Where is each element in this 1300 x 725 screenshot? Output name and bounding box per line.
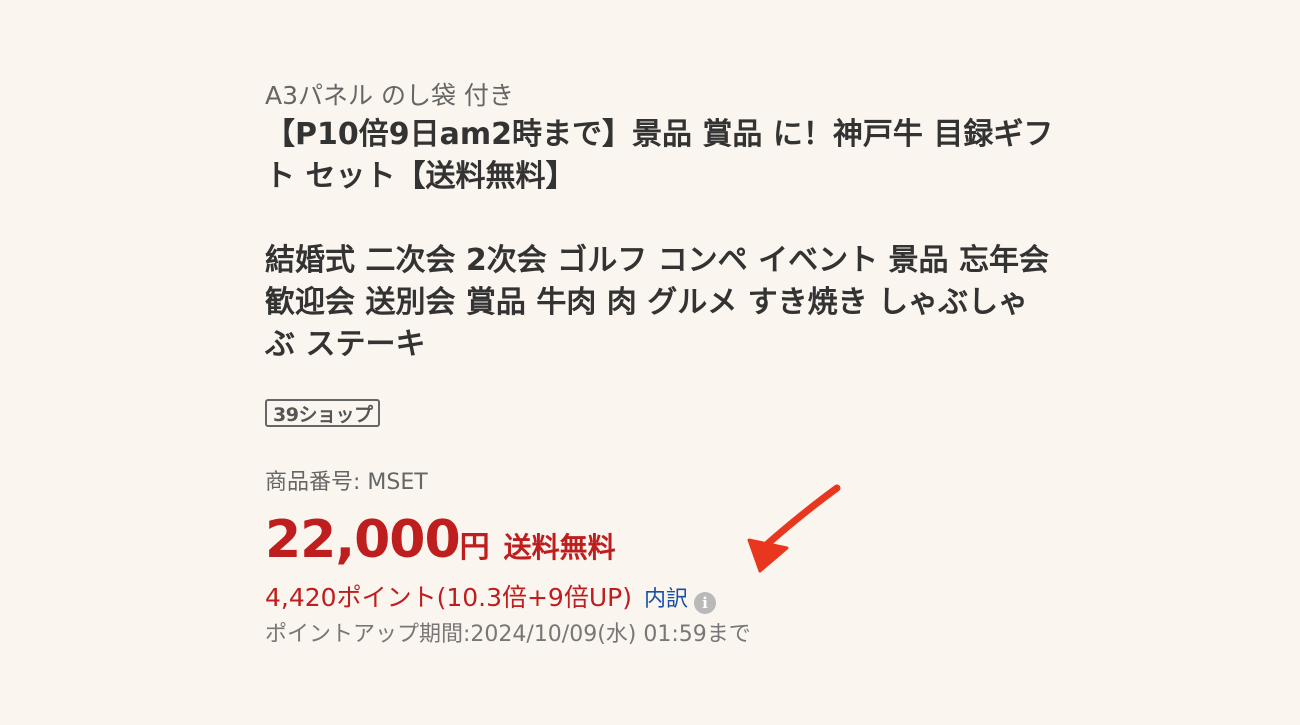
- price-row: 22,000円 送料無料: [265, 510, 616, 570]
- points-text: 4,420ポイント(10.3倍+9倍UP): [265, 583, 632, 612]
- product-title: 【P10倍9日am2時まで】景品 賞品 に！神戸牛 目録ギフト セット【送料無料…: [265, 117, 1054, 362]
- red-arrow-annotation-icon: [747, 484, 841, 573]
- points-breakdown-link[interactable]: 内訳: [644, 587, 688, 612]
- info-icon[interactable]: i: [693, 592, 716, 614]
- price-value: 22,000: [265, 510, 461, 570]
- product-subtitle: A3パネル のし袋 付き: [265, 81, 514, 110]
- shop-badge: 39ショップ: [265, 399, 381, 427]
- shipping-label: 送料無料: [503, 531, 616, 564]
- price-currency: 円: [459, 530, 490, 565]
- points-row: 4,420ポイント(10.3倍+9倍UP) 内訳 i: [265, 581, 716, 618]
- point-up-period: ポイントアップ期間:2024/10/09(水) 01:59まで: [265, 622, 751, 647]
- product-info: A3パネル のし袋 付き 【P10倍9日am2時まで】景品 賞品 に！神戸牛 目…: [265, 78, 1065, 647]
- item-number: 商品番号: MSET: [265, 470, 428, 495]
